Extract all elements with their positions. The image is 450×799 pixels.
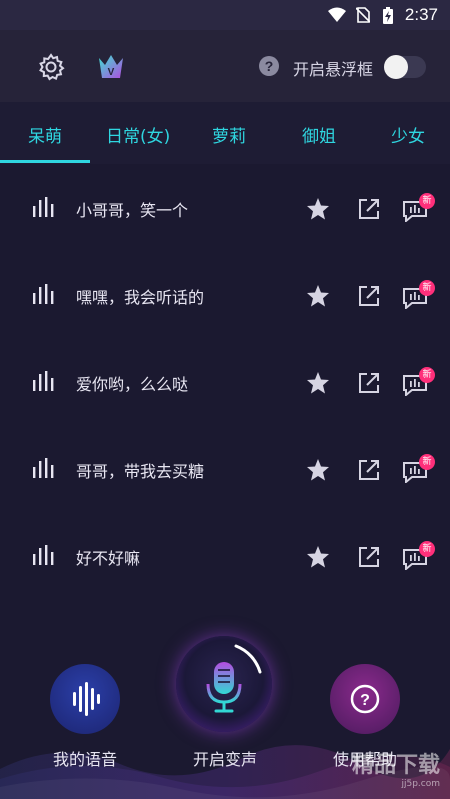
watermark-text: 精品下载 [351, 753, 440, 778]
watermark-url: jj5p.com [401, 779, 440, 789]
audio-bars-icon [33, 197, 54, 217]
new-badge: 新 [419, 367, 435, 383]
voice-title: 嘿嘿，我会听话的 [76, 288, 205, 307]
share-external-icon[interactable] [357, 458, 381, 482]
voice-list-item[interactable]: 爱你哟，么么哒 新 [0, 338, 450, 425]
voice-list-item[interactable]: 哥哥，带我去买糖 新 [0, 425, 450, 512]
tab-daimeng[interactable]: 呆萌 [28, 122, 62, 147]
help-question-mark: ? [360, 692, 370, 709]
vip-crown-logo-icon[interactable]: V [96, 52, 126, 82]
voice-list-item[interactable]: 好不好嘛 新 [0, 512, 450, 599]
start-voice-change-label: 开启变声 [192, 750, 257, 769]
toggle-knob [384, 55, 408, 79]
microphone-icon [206, 644, 262, 713]
share-external-icon[interactable] [357, 284, 381, 308]
help-info-icon[interactable]: ? [259, 56, 279, 76]
share-external-icon[interactable] [357, 371, 381, 395]
my-voice-button[interactable] [50, 664, 120, 734]
tab-yujie[interactable]: 御姐 [302, 122, 336, 147]
new-badge: 新 [419, 193, 435, 209]
favorite-star-icon[interactable] [306, 284, 330, 308]
tab-loli[interactable]: 萝莉 [212, 122, 246, 147]
svg-text:V: V [108, 67, 115, 78]
audio-bars-icon [33, 371, 54, 391]
sound-wave-icon [73, 682, 100, 716]
voice-list-item[interactable]: 小哥哥，笑一个 新 [0, 164, 450, 251]
voice-title: 小哥哥，笑一个 [76, 201, 189, 220]
voice-title: 好不好嘛 [76, 549, 141, 568]
new-badge: 新 [419, 541, 435, 557]
usage-help-button[interactable]: ? [330, 664, 400, 734]
top-bar [0, 30, 450, 102]
audio-bars-icon [33, 284, 54, 304]
voice-title: 爱你哟，么么哒 [76, 375, 189, 394]
my-voice-label: 我的语音 [52, 750, 117, 769]
battery-charging-icon [383, 7, 393, 24]
floating-window-toggle[interactable] [384, 55, 426, 79]
active-tab-indicator [0, 160, 90, 163]
wifi-icon [328, 7, 346, 22]
voice-list-item[interactable]: 嘿嘿，我会听话的 新 [0, 251, 450, 338]
audio-bars-icon [33, 545, 54, 565]
voice-title: 哥哥，带我去买糖 [76, 462, 205, 481]
question-circle-icon: ? [350, 684, 380, 714]
start-voice-change-button[interactable] [176, 636, 272, 732]
site-watermark: 精品下载 jj5p.com [352, 747, 440, 789]
share-external-icon[interactable] [357, 545, 381, 569]
audio-bars-icon [33, 458, 54, 478]
new-badge: 新 [419, 454, 435, 470]
share-external-icon[interactable] [357, 197, 381, 221]
settings-gear-icon[interactable] [36, 52, 66, 82]
favorite-star-icon[interactable] [306, 458, 330, 482]
favorite-star-icon[interactable] [306, 197, 330, 221]
category-tabs: 呆萌 日常(女) 萝莉 御姐 少女 [0, 102, 450, 164]
favorite-star-icon[interactable] [306, 371, 330, 395]
favorite-star-icon[interactable] [306, 545, 330, 569]
floating-window-label: 开启悬浮框 [293, 60, 374, 79]
new-badge: 新 [419, 280, 435, 296]
no-sim-icon [356, 7, 370, 23]
tab-daily-female[interactable]: 日常(女) [106, 122, 170, 147]
tab-shaonv[interactable]: 少女 [391, 122, 425, 147]
status-bar: 2:37 [0, 0, 450, 30]
status-time: 2:37 [404, 5, 438, 24]
